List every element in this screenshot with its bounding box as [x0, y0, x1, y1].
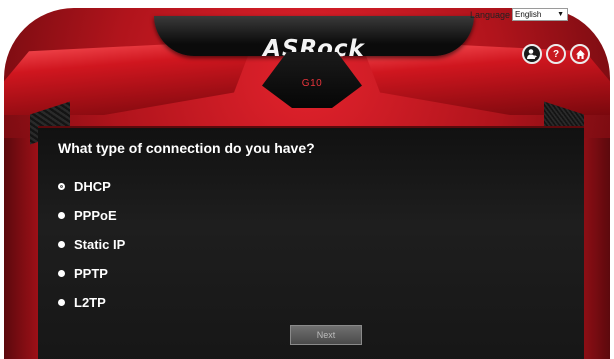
language-value: English [515, 10, 542, 19]
language-dropdown[interactable]: English ▼ [512, 8, 569, 21]
red-frame: ASRock G10 What type of connection do yo… [4, 8, 610, 359]
option-pptp[interactable]: PPTP [58, 259, 125, 288]
option-pppoe[interactable]: PPPoE [58, 201, 125, 230]
model-label: G10 [301, 78, 323, 89]
radio-pptp[interactable] [58, 270, 65, 277]
radio-pppoe[interactable] [58, 212, 65, 219]
router-setup-window: ASRock G10 What type of connection do yo… [0, 0, 614, 359]
option-label: L2TP [74, 295, 106, 310]
radio-static-ip[interactable] [58, 241, 65, 248]
option-dhcp[interactable]: DHCP [58, 172, 125, 201]
chevron-down-icon: ▼ [557, 11, 565, 18]
option-static-ip[interactable]: Static IP [58, 230, 125, 259]
home-icon[interactable] [570, 44, 590, 64]
page-question: What type of connection do you have? [58, 140, 315, 156]
option-label: PPPoE [74, 208, 117, 223]
option-l2tp[interactable]: L2TP [58, 288, 125, 317]
header-icons: ? [522, 44, 590, 64]
connection-type-list: DHCP PPPoE Static IP PPTP L2TP [58, 172, 125, 317]
next-button[interactable]: Next [290, 325, 362, 345]
help-icon[interactable]: ? [546, 44, 566, 64]
language-selector: Language English ▼ [470, 8, 569, 21]
option-label: DHCP [74, 179, 111, 194]
option-label: PPTP [74, 266, 108, 281]
content-panel: What type of connection do you have? DHC… [38, 126, 584, 359]
radio-l2tp[interactable] [58, 299, 65, 306]
option-label: Static IP [74, 237, 126, 252]
logo-cap: ASRock [154, 16, 474, 62]
radio-dhcp[interactable] [58, 183, 65, 190]
language-label: Language [470, 9, 511, 20]
user-login-icon[interactable] [522, 44, 542, 64]
